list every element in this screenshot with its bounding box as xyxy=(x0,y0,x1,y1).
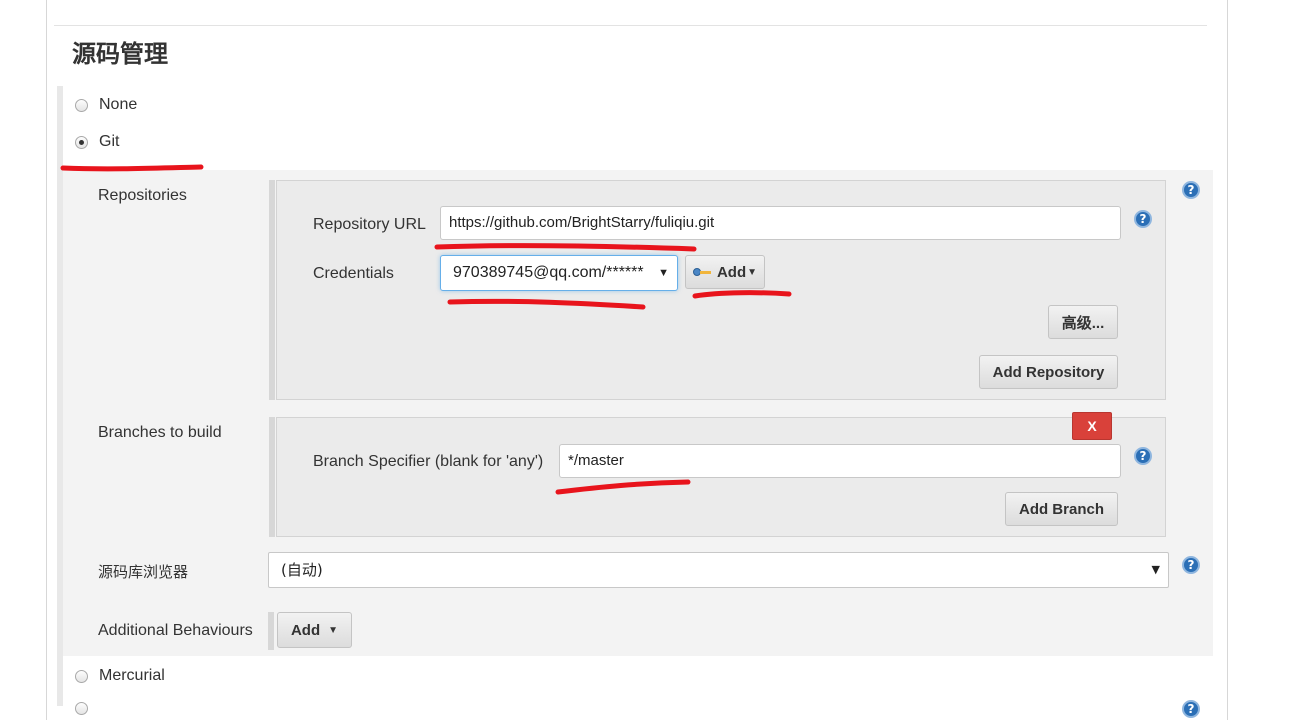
key-icon xyxy=(692,267,711,277)
credentials-label: Credentials xyxy=(313,265,394,282)
branch-specifier-help-icon[interactable]: ? xyxy=(1134,447,1152,465)
repository-url-input[interactable]: https://github.com/BrightStarry/fuliqiu.… xyxy=(440,206,1121,240)
add-credentials-label: Add xyxy=(716,263,747,281)
advanced-button[interactable]: 高级... xyxy=(1048,305,1118,339)
top-divider xyxy=(54,25,1207,26)
add-credentials-button[interactable]: Add ▼ xyxy=(685,255,765,289)
section-title: 源码管理 xyxy=(72,40,168,68)
scm-option-none[interactable]: None xyxy=(75,96,137,114)
behaviours-indent-bar xyxy=(268,612,274,650)
caret-down-icon: ▼ xyxy=(328,624,339,636)
scm-option-git-label: Git xyxy=(99,133,120,150)
repository-browser-selected-value: (自动) xyxy=(281,561,323,579)
radio-none[interactable] xyxy=(75,98,88,112)
branch-specifier-label: Branch Specifier (blank for 'any') xyxy=(313,453,544,470)
repository-browser-select[interactable]: (自动) ▼ xyxy=(268,552,1169,588)
caret-down-icon: ▼ xyxy=(747,266,758,278)
repositories-help-icon[interactable]: ? xyxy=(1182,181,1200,199)
add-branch-button[interactable]: Add Branch xyxy=(1005,492,1118,526)
radio-mercurial[interactable] xyxy=(75,669,88,683)
delete-branch-button[interactable]: X xyxy=(1072,412,1112,440)
repository-url-label: Repository URL xyxy=(313,216,426,233)
additional-behaviours-label: Additional Behaviours xyxy=(98,622,253,639)
branch-specifier-input[interactable]: */master xyxy=(559,444,1121,478)
radio-git[interactable] xyxy=(75,135,88,149)
radio-next-option[interactable] xyxy=(75,702,88,715)
add-behaviour-label: Add xyxy=(290,621,321,639)
chevron-down-icon: ▼ xyxy=(658,267,669,279)
repository-browser-label: 源码库浏览器 xyxy=(98,563,189,581)
repository-browser-help-icon[interactable]: ? xyxy=(1182,556,1200,574)
credentials-select[interactable]: 970389745@qq.com/****** ▼ xyxy=(440,255,678,291)
add-repository-button[interactable]: Add Repository xyxy=(979,355,1118,389)
scm-option-none-label: None xyxy=(99,96,138,113)
scm-option-git[interactable]: Git xyxy=(75,133,119,151)
repositories-label: Repositories xyxy=(98,187,187,204)
credentials-selected-value: 970389745@qq.com/****** xyxy=(453,264,644,281)
scm-option-mercurial-label: Mercurial xyxy=(99,667,165,684)
chevron-down-icon: ▼ xyxy=(1151,563,1160,576)
next-option-help-icon[interactable]: ? xyxy=(1182,700,1200,718)
branches-label: Branches to build xyxy=(98,424,222,441)
repository-url-help-icon[interactable]: ? xyxy=(1134,210,1152,228)
scm-option-mercurial[interactable]: Mercurial xyxy=(75,667,165,685)
add-behaviour-button[interactable]: Add ▼ xyxy=(277,612,352,648)
